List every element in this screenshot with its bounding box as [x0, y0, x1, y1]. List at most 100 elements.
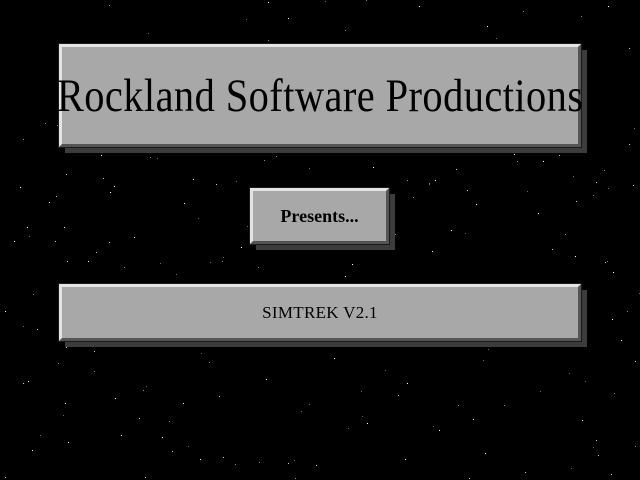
star	[258, 267, 259, 268]
star	[488, 349, 489, 350]
star	[266, 379, 267, 380]
star	[552, 249, 553, 250]
star	[268, 2, 269, 3]
star	[172, 451, 173, 452]
star	[246, 19, 247, 20]
star	[58, 363, 59, 364]
star	[209, 362, 210, 363]
star	[496, 38, 497, 39]
star	[413, 197, 414, 198]
star	[29, 236, 30, 237]
star	[582, 420, 583, 421]
star	[124, 267, 125, 268]
star	[476, 204, 477, 205]
star	[162, 437, 163, 438]
star	[146, 386, 147, 387]
star	[57, 125, 58, 126]
star	[540, 391, 541, 392]
star	[309, 404, 310, 405]
star	[276, 156, 277, 157]
star	[429, 183, 430, 184]
star	[407, 383, 408, 384]
star	[5, 477, 6, 478]
star	[55, 241, 56, 242]
star	[216, 184, 217, 185]
star	[198, 218, 199, 219]
star	[419, 6, 420, 7]
presents-box: Presents...	[249, 187, 390, 245]
star	[264, 160, 265, 161]
star	[565, 234, 566, 235]
star	[109, 242, 110, 243]
star	[115, 398, 116, 399]
star	[183, 403, 184, 404]
star	[598, 455, 599, 456]
star	[288, 18, 289, 19]
star	[385, 370, 386, 371]
star	[150, 157, 151, 158]
star	[23, 326, 24, 327]
star	[134, 237, 135, 238]
star	[63, 415, 64, 416]
star	[473, 419, 474, 420]
star	[20, 187, 21, 188]
star	[101, 155, 102, 156]
star	[148, 33, 149, 34]
star	[94, 351, 95, 352]
star	[504, 405, 505, 406]
star	[14, 241, 15, 242]
star	[28, 381, 29, 382]
star	[109, 5, 110, 6]
star	[391, 229, 392, 230]
star	[487, 26, 488, 27]
star	[514, 154, 515, 155]
star	[94, 371, 95, 372]
star	[398, 395, 399, 396]
title-banner: Rockland Software Productions	[56, 43, 584, 148]
star	[469, 478, 470, 479]
star	[121, 435, 122, 436]
star	[268, 40, 269, 41]
star	[456, 169, 457, 170]
star	[361, 391, 362, 392]
star	[571, 468, 572, 469]
star	[201, 353, 202, 354]
star	[523, 11, 524, 12]
star	[247, 226, 248, 227]
star	[593, 447, 594, 448]
star	[613, 272, 614, 273]
star	[139, 418, 140, 419]
star	[288, 463, 289, 464]
star	[66, 174, 67, 175]
star	[525, 472, 526, 473]
star	[210, 262, 211, 263]
star	[604, 170, 605, 171]
star	[33, 294, 34, 295]
star	[405, 459, 406, 460]
splash-screen: Rockland Software Productions Presents..…	[0, 0, 640, 480]
star	[27, 227, 28, 228]
star	[88, 261, 89, 262]
company-title: Rockland Software Productions	[56, 69, 584, 122]
star	[458, 405, 459, 406]
star	[621, 340, 622, 341]
star	[65, 403, 66, 404]
star	[573, 176, 574, 177]
star	[517, 161, 518, 162]
star	[219, 396, 220, 397]
star	[49, 202, 50, 203]
star	[467, 190, 468, 191]
star	[543, 161, 544, 162]
star	[169, 421, 170, 422]
star	[64, 227, 65, 228]
star	[575, 256, 576, 257]
star	[110, 192, 111, 193]
star	[355, 341, 356, 342]
star	[633, 185, 634, 186]
star	[188, 446, 189, 447]
star	[176, 274, 177, 275]
star	[608, 6, 609, 7]
star	[96, 252, 97, 253]
star	[345, 30, 346, 31]
star	[627, 311, 628, 312]
